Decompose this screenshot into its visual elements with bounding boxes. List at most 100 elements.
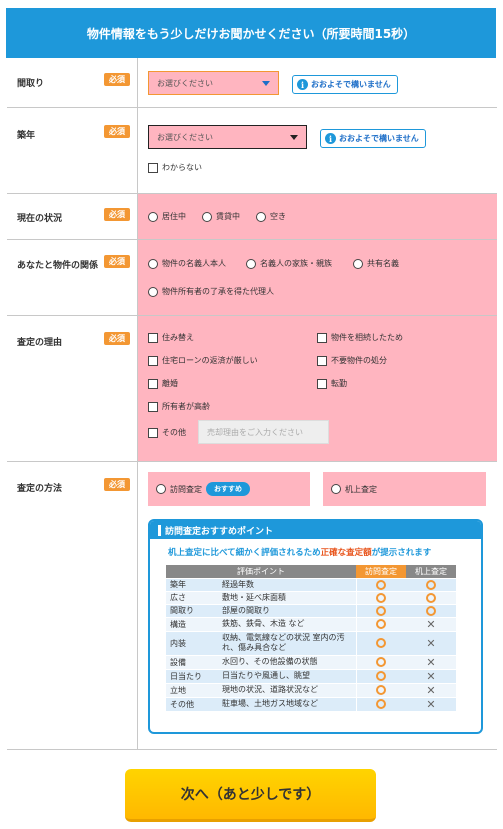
info-icon: i <box>297 79 308 90</box>
table-row: 日当たり 日当たりや風通し、眺望 ✕ <box>166 669 456 684</box>
row-relation: あなたと物件の関係 必須 物件の名義人本人 名義人の家族・親族 共有名義 物件所… <box>7 240 497 316</box>
circle-icon <box>376 671 387 681</box>
info-icon: i <box>325 133 336 144</box>
required-badge: 必須 <box>104 332 130 345</box>
age-select[interactable]: お選びください <box>148 125 307 149</box>
method-option-visit[interactable]: 訪問査定 おすすめ <box>148 472 310 506</box>
reason-option-divorce[interactable]: 離婚 <box>148 378 178 389</box>
desk-mark-cell <box>406 578 456 592</box>
row-category: 日当たり <box>166 669 218 684</box>
reason-option-transfer[interactable]: 転勤 <box>317 378 347 389</box>
row-description: 水回り、その他設備の状態 <box>218 655 356 670</box>
table-header-desk: 机上査定 <box>406 565 456 579</box>
required-badge: 必須 <box>104 255 130 268</box>
age-label: 築年 <box>17 131 36 141</box>
row-category: 構造 <box>166 617 218 632</box>
chevron-down-icon <box>290 135 298 140</box>
method-label: 査定の方法 <box>17 484 63 494</box>
status-option-occupied[interactable]: 居住中 <box>148 211 186 222</box>
next-button[interactable]: 次へ（あと少しです） <box>125 769 376 822</box>
reason-option-relocation[interactable]: 住み替え <box>148 332 194 343</box>
desk-mark-cell: ✕ <box>406 697 456 712</box>
row-category: 間取り <box>166 604 218 618</box>
cross-icon: ✕ <box>426 697 436 711</box>
visit-mark-cell <box>355 604 406 618</box>
status-option-rented[interactable]: 賃貸中 <box>202 211 240 222</box>
desk-mark-cell: ✕ <box>406 617 456 632</box>
row-method: 査定の方法 必須 訪問査定 おすすめ 机上査定 訪問査定おすすめポイント 机上査… <box>7 462 497 750</box>
visit-mark-cell <box>355 697 406 712</box>
desk-mark-cell: ✕ <box>406 683 456 698</box>
form-header: 物件情報をもう少しだけお聞かせください（所要時間15秒） <box>6 8 496 58</box>
reason-option-inheritance[interactable]: 物件を相続したため <box>317 332 403 343</box>
visit-mark-cell <box>355 578 406 592</box>
table-row: 構造 鉄筋、鉄骨、木造 など ✕ <box>166 617 456 632</box>
row-description: 現地の状況、道路状況など <box>218 683 356 698</box>
relation-option-agent[interactable]: 物件所有者の了承を得た代理人 <box>148 286 274 297</box>
row-description: 日当たりや風通し、眺望 <box>218 669 356 684</box>
reason-option-other[interactable]: その他 <box>148 427 186 438</box>
reason-other-input[interactable]: 売却理由をご入力ください <box>198 420 329 444</box>
row-category: 広さ <box>166 591 218 605</box>
circle-icon <box>376 699 387 709</box>
reason-option-loan[interactable]: 住宅ローンの返済が厳しい <box>148 355 258 366</box>
row-description: 部屋の間取り <box>218 604 356 618</box>
cross-icon: ✕ <box>426 636 436 650</box>
required-badge: 必須 <box>104 125 130 138</box>
row-status: 現在の状況 必須 居住中 賃貸中 空き <box>7 194 497 240</box>
reason-option-elderly[interactable]: 所有者が高齢 <box>148 401 210 412</box>
circle-icon <box>376 605 387 616</box>
row-reason: 査定の理由 必須 住み替え 物件を相続したため 住宅ローンの返済が厳しい 不要物… <box>7 316 497 462</box>
table-row: 広さ 敷地・延べ床面積 <box>166 591 456 605</box>
row-description: 経過年数 <box>218 578 356 592</box>
age-unknown-checkbox[interactable]: わからない <box>148 162 202 173</box>
status-option-vacant[interactable]: 空き <box>256 211 286 222</box>
cross-icon: ✕ <box>426 617 436 631</box>
table-row: 間取り 部屋の間取り <box>166 604 456 618</box>
required-badge: 必須 <box>104 73 130 86</box>
row-category: 築年 <box>166 578 218 592</box>
circle-icon <box>376 592 387 603</box>
required-badge: 必須 <box>104 478 130 491</box>
desk-mark-cell <box>406 604 456 618</box>
row-age: 築年 必須 お選びください i おおよそで構いません わからない <box>7 108 497 194</box>
layout-info-button[interactable]: i おおよそで構いません <box>292 75 398 94</box>
circle-icon <box>376 657 387 667</box>
table-header-visit: 訪問査定 <box>356 565 406 579</box>
relation-option-owner[interactable]: 物件の名義人本人 <box>148 258 226 269</box>
relation-label: あなたと物件の関係 <box>17 261 99 271</box>
row-category: 内装 <box>166 631 218 656</box>
desk-mark-cell <box>406 591 456 605</box>
recommend-badge: おすすめ <box>206 482 250 496</box>
row-description: 鉄筋、鉄骨、木造 など <box>218 617 356 632</box>
chevron-down-icon <box>262 81 270 86</box>
reason-option-disposal[interactable]: 不要物件の処分 <box>317 355 387 366</box>
relation-option-family[interactable]: 名義人の家族・親族 <box>246 258 332 269</box>
visit-mark-cell <box>355 591 406 605</box>
circle-icon <box>376 579 387 590</box>
row-category: 設備 <box>166 655 218 670</box>
form-title: 物件情報をもう少しだけお聞かせください（所要時間15秒） <box>86 26 416 41</box>
layout-select[interactable]: お選びください <box>148 71 279 95</box>
age-info-button[interactable]: i おおよそで構いません <box>320 129 426 148</box>
circle-icon <box>376 619 387 629</box>
visit-mark-cell <box>355 683 406 698</box>
circle-icon <box>426 605 436 616</box>
panel-subtitle: 机上査定に比べて細かく評価されるため正確な査定額が提示されます <box>168 548 432 558</box>
method-option-desk[interactable]: 机上査定 <box>323 472 486 506</box>
table-row: その他 駐車場、土地ガス地域など ✕ <box>166 697 456 712</box>
panel-title: 訪問査定おすすめポイント <box>165 526 274 537</box>
row-category: 立地 <box>166 683 218 698</box>
circle-icon <box>426 592 436 603</box>
cross-icon: ✕ <box>426 683 436 697</box>
visit-mark-cell <box>355 655 406 670</box>
circle-icon <box>426 579 436 590</box>
table-row: 築年 経過年数 <box>166 578 456 592</box>
visit-recommend-panel: 訪問査定おすすめポイント 机上査定に比べて細かく評価されるため正確な査定額が提示… <box>148 519 483 734</box>
relation-option-shared[interactable]: 共有名義 <box>353 258 399 269</box>
visit-mark-cell <box>355 631 406 656</box>
comparison-table: 評価ポイント 訪問査定 机上査定 築年 経過年数 広さ 敷地・延べ床面積 間取り 部屋の間… <box>166 565 456 712</box>
circle-icon <box>376 685 387 695</box>
visit-mark-cell <box>355 669 406 684</box>
desk-mark-cell: ✕ <box>406 669 456 684</box>
